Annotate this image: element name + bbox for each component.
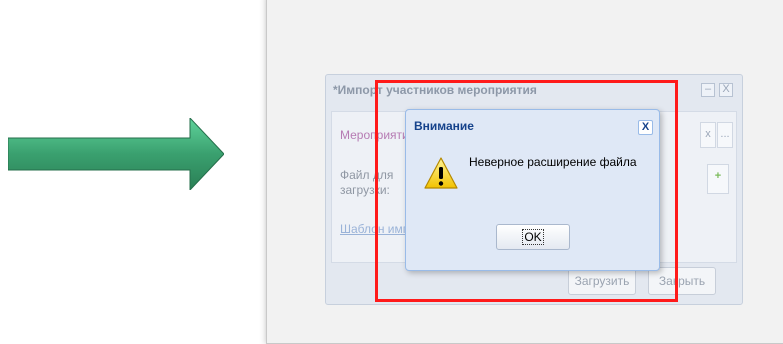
clear-event-button[interactable]: x — [700, 122, 716, 148]
select-event-button[interactable]: ... — [717, 122, 733, 148]
red-highlight-box — [375, 80, 678, 302]
close-window-button[interactable]: X — [719, 83, 733, 97]
minimize-button[interactable]: – — [701, 83, 715, 97]
add-file-icon[interactable]: + — [707, 164, 729, 194]
right-arrow-icon — [8, 118, 224, 190]
